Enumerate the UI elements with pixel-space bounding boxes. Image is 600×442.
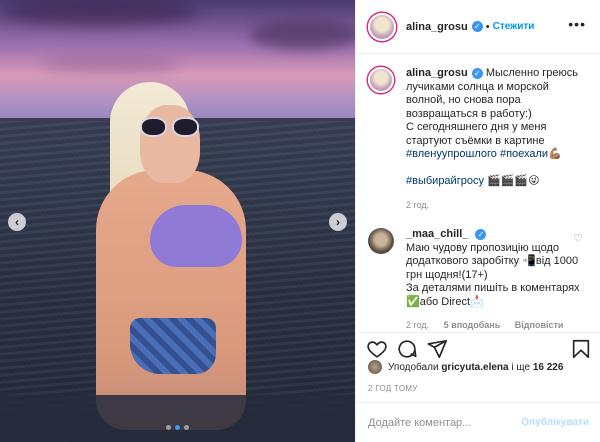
author-username[interactable]: alina_grosu — [406, 21, 468, 33]
caption-time[interactable]: 2 год. — [406, 200, 429, 210]
carousel-dots — [166, 425, 189, 430]
emoji: 📲 — [522, 255, 536, 267]
heart-icon[interactable] — [366, 338, 388, 360]
reply-button[interactable]: Відповісти — [515, 320, 564, 330]
water-surface — [0, 395, 355, 442]
comment-time[interactable]: 2 год. — [406, 320, 429, 330]
carousel-dot — [166, 425, 171, 430]
likes-suffix: і ще — [511, 361, 531, 373]
verified-icon: ✓ — [471, 67, 483, 79]
comments-list[interactable]: alina_grosu ✓ Мысленно греюсь лучиками со… — [356, 55, 600, 330]
caption-body: alina_grosu ✓ Мысленно греюсь лучиками со… — [406, 67, 582, 212]
caption: alina_grosu ✓ Мысленно греюсь лучиками со… — [356, 55, 600, 212]
comment-icon[interactable] — [396, 338, 418, 360]
next-photo-button[interactable]: › — [329, 213, 347, 231]
bookmark-icon[interactable] — [570, 338, 592, 360]
comment-like-heart-icon[interactable]: ♡ — [573, 232, 583, 245]
comment-text-3: За деталями пишіть в коментарях — [406, 282, 580, 294]
post-header: alina_grosu ✓ • Стежити ••• — [356, 0, 600, 54]
sunglasses — [140, 117, 202, 139]
carousel-dot-active — [175, 425, 180, 430]
hashtag[interactable]: #выбирайгросу — [406, 175, 484, 187]
publish-button[interactable]: Опублікувати — [521, 417, 589, 428]
comment-input[interactable] — [368, 416, 518, 429]
follow-button[interactable]: Стежити — [493, 21, 535, 32]
separator-dot: • — [485, 20, 490, 33]
comment-body: _maa_chill_ ✓ Маю чудову пропозицію щодо… — [406, 228, 582, 330]
comment-author[interactable]: _maa_chill_ — [406, 228, 468, 240]
emoji: ✅ — [406, 295, 420, 308]
emoji: 📩 — [470, 295, 484, 308]
post-time-ago[interactable]: 2 ГОД ТОМУ — [368, 384, 418, 393]
caption-text-2: С сегодняшнего дня у меня стартуют съёмк… — [406, 121, 547, 147]
swimsuit-top — [150, 205, 242, 267]
swimsuit-bottom — [130, 318, 216, 374]
comment-item: _maa_chill_ ✓ Маю чудову пропозицію щодо… — [356, 212, 600, 330]
likes-summary: Уподобали gricyuta.elena і ще 16 226 — [368, 360, 563, 374]
author-avatar[interactable] — [368, 12, 396, 41]
emoji: 💪🏽 — [548, 148, 562, 160]
liker-avatar[interactable] — [368, 360, 382, 374]
share-icon[interactable] — [426, 338, 448, 360]
post-side-panel: alina_grosu ✓ • Стежити ••• alina_grosu ✓… — [355, 0, 600, 442]
post-actions — [356, 332, 600, 362]
carousel-dot — [184, 425, 189, 430]
caption-author-avatar[interactable] — [368, 67, 394, 93]
liker-username[interactable]: gricyuta.elena — [441, 362, 508, 373]
comment-likes[interactable]: 5 вподобань — [444, 320, 501, 330]
emoji: 🎬🎬🎬😜 — [487, 175, 540, 187]
hashtag[interactable]: #поехали — [500, 148, 548, 160]
verified-icon: ✓ — [471, 21, 483, 32]
more-options-icon[interactable]: ••• — [568, 16, 586, 32]
comment-meta: 2 год. 5 вподобань Відповісти — [406, 319, 582, 330]
commenter-avatar[interactable] — [368, 228, 394, 254]
prev-photo-button[interactable]: ‹ — [8, 213, 26, 231]
caption-meta: 2 год. — [406, 199, 582, 213]
hashtag[interactable]: #вленуупрошлого — [406, 148, 497, 160]
story-ring-icon: ✓ — [475, 228, 487, 240]
add-comment-bar: Опублікувати — [356, 402, 600, 442]
comment-text-4: або Direct — [419, 295, 471, 308]
likes-prefix: Уподобали — [388, 361, 439, 373]
likes-count[interactable]: 16 226 — [533, 362, 564, 373]
caption-author[interactable]: alina_grosu — [406, 67, 468, 79]
post-photo[interactable] — [0, 0, 355, 442]
